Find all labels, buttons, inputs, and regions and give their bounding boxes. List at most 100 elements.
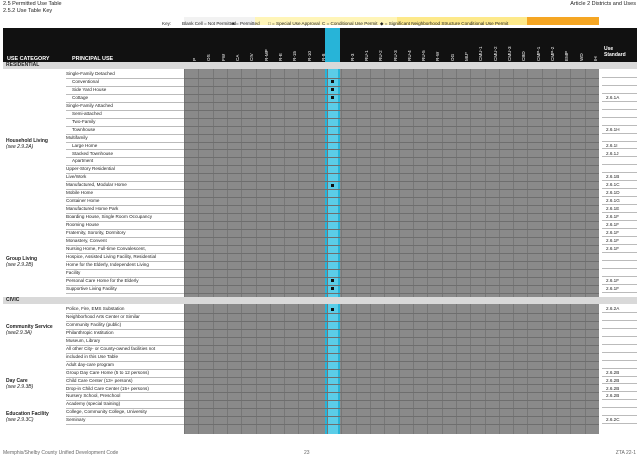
key-significant: ◆ = Significant Neighborhood Structure C… — [380, 21, 509, 26]
use-standard-cell: 2.6.1F — [602, 213, 637, 222]
category-ref: (see2.9.3A) — [6, 330, 32, 336]
table-row: Home for the Elderly, Independent Living — [3, 261, 637, 270]
table-row: Manufactured Home Park 2.6.1E — [3, 205, 637, 215]
zone-header: R-W — [432, 31, 442, 61]
use-standard-cell — [602, 329, 637, 337]
r6-permitted-mark — [331, 287, 334, 291]
use-standard-cell: 2.6.1F — [602, 237, 637, 245]
use-standard-cell: 2.6.1B — [602, 173, 637, 182]
table-row: Upper-Story Residential — [3, 165, 637, 175]
use-standard-cell — [602, 361, 637, 369]
table-row: Semi-attached — [3, 110, 637, 119]
category-group-living: Group Living (see 2.9.2B) — [6, 256, 37, 268]
use-standard-cell: 2.6.1F — [602, 229, 637, 237]
zone-header-label: CMU-1 — [478, 46, 484, 61]
use-standard-cell: 2.6.2B — [602, 377, 637, 385]
use-standard-cell: 2.6.2B — [602, 392, 637, 401]
footer-left: Memphis/Shelby County Unified Developmen… — [3, 450, 119, 456]
zone-header-label: P — [192, 57, 198, 61]
use-standard-cell: 2.6.2B — [602, 385, 637, 393]
use-standard-cell — [602, 408, 637, 417]
zone-header: R-10 — [304, 31, 314, 61]
section-title-line1: 2.5 Permitted Use Table — [3, 1, 62, 7]
table-row: Live/Work 2.6.1B — [3, 173, 637, 183]
r6-permitted-mark — [331, 279, 334, 283]
use-standard-cell — [602, 134, 637, 142]
grid-hline — [184, 424, 599, 425]
zone-header: R-15 — [289, 31, 299, 61]
zone-header-label: R-10 — [306, 51, 312, 61]
grid-hline — [184, 292, 599, 294]
table-row: Single-Family Detached — [3, 70, 637, 79]
use-standard-cell — [602, 337, 637, 345]
r6-permitted-mark — [331, 96, 334, 100]
use-standard-cell: 2.6.1C — [602, 181, 637, 190]
table-row: Child Care Center (13+ persons) 2.6.2B — [3, 377, 637, 386]
use-standard-cell: 2.6.1G — [602, 197, 637, 206]
zone-header-label: CIV — [249, 53, 255, 61]
zone-header: CMP-2 — [547, 31, 557, 61]
table-row: Multifamily — [3, 134, 637, 143]
table-row: Hospice, Assisted Living Facility, Resid… — [3, 253, 637, 262]
use-standard-cell — [602, 118, 637, 126]
zone-header-label: RU-2 — [378, 50, 384, 61]
zone-header-label: CA — [235, 54, 241, 61]
category-ref: (see 2.9.2A) — [6, 144, 34, 150]
table-row: Two-Family — [3, 118, 637, 127]
zone-header-label: R-MP — [263, 49, 269, 61]
zone-header: FW — [218, 31, 228, 61]
table-row: Nursing Home, Full-time Convalescent, 2.6… — [3, 245, 637, 254]
zone-header: WD — [576, 31, 586, 61]
category-education-facility: Education Facility (see 2.9.3C) — [6, 411, 49, 423]
table-row: Philanthropic Institution — [3, 329, 637, 338]
use-standard-cell: 2.6.1D — [602, 189, 637, 198]
table-row: Neighborhood Arts Center or Similar — [3, 313, 637, 322]
zone-header-label: CMP-1 — [535, 46, 541, 61]
use-standard-cell — [602, 157, 637, 166]
zone-header: RU-2 — [375, 31, 385, 61]
zone-header: CMU-1 — [475, 31, 485, 61]
table-row: Personal Care Home for the Elderly 2.6.1F — [3, 277, 637, 286]
principal-use-cell: Seminary — [66, 416, 187, 426]
zone-header: R-MP — [261, 31, 271, 61]
table-row: Community Facility (public) — [3, 321, 637, 330]
use-standard-cell — [602, 86, 637, 94]
table-row: Boarding House, Single Room Occupancy 2.6… — [3, 213, 637, 223]
use-standard-cell: 2.6.1F — [602, 285, 637, 293]
r6-permitted-mark — [331, 183, 334, 187]
table-row: Conventional — [3, 78, 637, 87]
zone-header: CMU-2 — [490, 31, 500, 61]
category-ref: (see 2.9.3C) — [6, 417, 34, 423]
zone-header-label: R-3 — [349, 53, 355, 61]
zone-header-label: OS — [206, 54, 212, 61]
zone-header-label: MU* — [464, 52, 470, 61]
table-row: Police, Fire, EMS Substation 2.6.2A — [3, 305, 637, 314]
table-row: Museum, Library — [3, 337, 637, 346]
use-standard-cell: 2.6.1I — [602, 142, 637, 150]
table-row: Supportive Living Facility 2.6.1F — [3, 285, 637, 294]
table-row: Seminary 2.6.2C — [3, 416, 637, 426]
use-standard-cell: 2.6.2A — [602, 305, 637, 313]
use-standard-cell: 2.6.2C — [602, 416, 637, 425]
zone-header: CMP-1 — [533, 31, 543, 61]
table-row: Monastery, Convent 2.6.1F — [3, 237, 637, 246]
use-standard-cell — [602, 353, 637, 361]
zone-header-label: RU-4 — [406, 50, 412, 61]
zone-header-label: OG — [449, 53, 455, 61]
zone-header-label: CBD — [521, 51, 527, 61]
key-label: Key: — [162, 21, 172, 26]
zone-header: CA — [232, 31, 242, 61]
category-community-service: Community Service (see2.9.3A) — [6, 324, 56, 336]
section-title-line2: 2.5.2 Use Table Key — [3, 8, 53, 14]
table-row: Rooming House 2.6.1F — [3, 221, 637, 230]
zone-header-label: IH — [592, 56, 598, 61]
zone-header: RU-5 — [418, 31, 428, 61]
use-standard-cell — [602, 78, 637, 86]
zone-header: OG — [447, 31, 457, 61]
zone-header-label: EMP — [564, 51, 570, 61]
zone-header: RU-4 — [404, 31, 414, 61]
zone-header-label: WD — [578, 53, 584, 61]
zone-header-label: RU-1 — [363, 50, 369, 61]
r6-permitted-mark — [331, 88, 334, 92]
zone-header: MU* — [461, 31, 471, 61]
